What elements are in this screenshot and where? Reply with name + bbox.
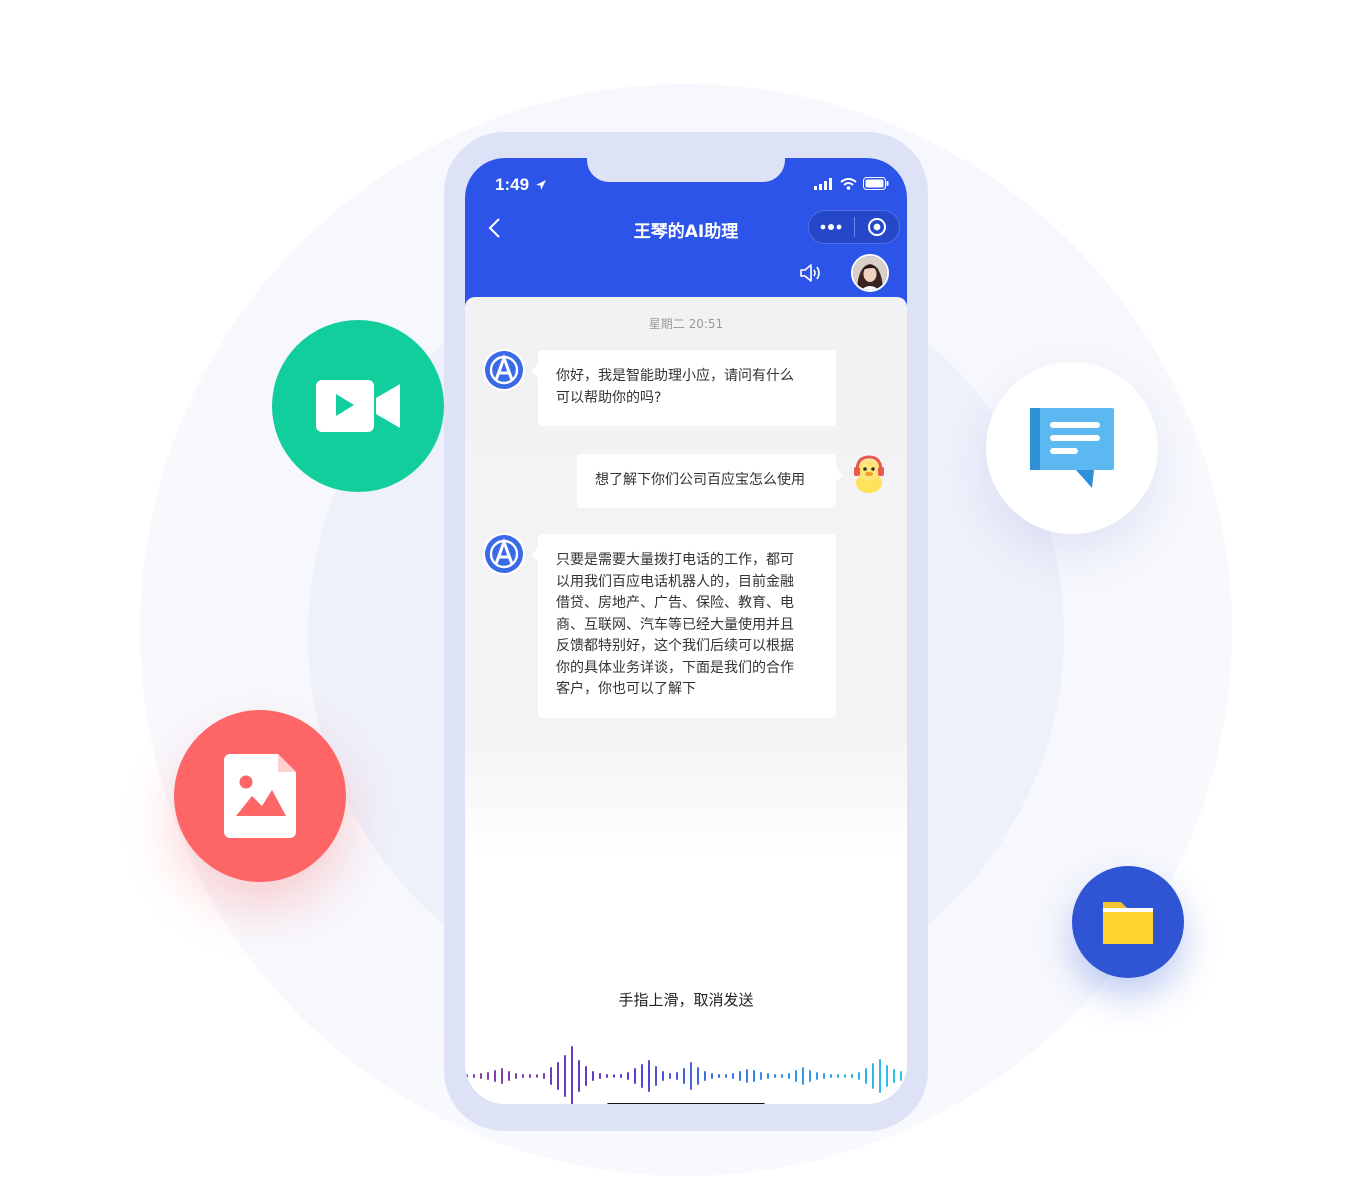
folder-badge xyxy=(1072,866,1184,978)
message-line: 以用我们百应电话机器人的，目前金融 xyxy=(556,573,794,590)
message-line: 客户，你也可以了解下 xyxy=(556,681,696,697)
video-badge xyxy=(272,320,444,492)
status-time: 1:49 xyxy=(495,175,530,194)
close-button[interactable] xyxy=(854,211,899,243)
location-arrow-icon xyxy=(536,180,546,190)
message-line: 你的具体业务详谈，下面是我们的合作 xyxy=(556,659,794,676)
image-badge xyxy=(174,710,346,882)
bot-logo-icon xyxy=(483,533,525,575)
message-line: 只要是需要大量拨打电话的工作，都可 xyxy=(556,552,794,568)
message-line: 你好，我是智能助理小应，请问有什么 xyxy=(556,368,794,384)
bot-avatar[interactable] xyxy=(483,349,525,391)
avatar xyxy=(853,256,887,290)
message-line: 想了解下你们公司百应宝怎么使用 xyxy=(595,472,805,488)
duck-avatar-icon xyxy=(854,455,884,493)
speaker-button[interactable] xyxy=(799,262,823,284)
target-circle-icon xyxy=(867,218,886,236)
phone-screen: 1:49 王琴的AI助理 星期二 20:51 你好，我是智能助理小应，请问有什么… xyxy=(465,158,907,1104)
user-avatar[interactable] xyxy=(848,453,890,495)
video-camera-icon xyxy=(316,380,400,432)
user-message-bubble: 想了解下你们公司百应宝怎么使用 xyxy=(577,454,843,508)
folder-icon xyxy=(1103,902,1153,944)
bot-message-bubble: 只要是需要大量拨打电话的工作，都可 以用我们百应电话机器人的，目前金融 借贷、房… xyxy=(531,534,836,718)
bot-logo-icon xyxy=(483,349,525,391)
bot-avatar[interactable] xyxy=(483,533,525,575)
signal-icon xyxy=(814,177,832,190)
app-header: 1:49 王琴的AI助理 xyxy=(465,158,907,308)
voice-waveform xyxy=(466,1046,902,1104)
battery-icon xyxy=(863,177,889,190)
user-profile-avatar[interactable] xyxy=(851,254,889,292)
wifi-icon xyxy=(840,177,857,190)
mini-program-capsule xyxy=(808,210,900,244)
chat-message-icon xyxy=(1030,408,1114,488)
more-button[interactable] xyxy=(809,211,854,243)
message-badge xyxy=(986,362,1158,534)
bot-message-bubble: 你好，我是智能助理小应，请问有什么 可以帮助你的吗? xyxy=(531,350,836,426)
message-line: 借贷、房地产、广告、保险、教育、电 xyxy=(556,595,794,611)
message-line: 商、互联网、汽车等已经大量使用并且 xyxy=(556,616,794,633)
message-line: 可以帮助你的吗? xyxy=(556,389,662,406)
status-icons xyxy=(814,177,889,190)
message-line: 反馈都特别好，这个我们后续可以根据 xyxy=(556,638,794,654)
image-file-icon xyxy=(224,754,296,838)
home-indicator xyxy=(607,1103,765,1104)
chat-area: 星期二 20:51 你好，我是智能助理小应，请问有什么 可以帮助你的吗? 想了解… xyxy=(465,297,907,1104)
cancel-hint: 手指上滑，取消发送 xyxy=(618,991,754,1009)
chat-timestamp: 星期二 20:51 xyxy=(648,317,724,331)
more-dots-icon xyxy=(820,224,842,230)
phone-notch xyxy=(587,158,785,182)
